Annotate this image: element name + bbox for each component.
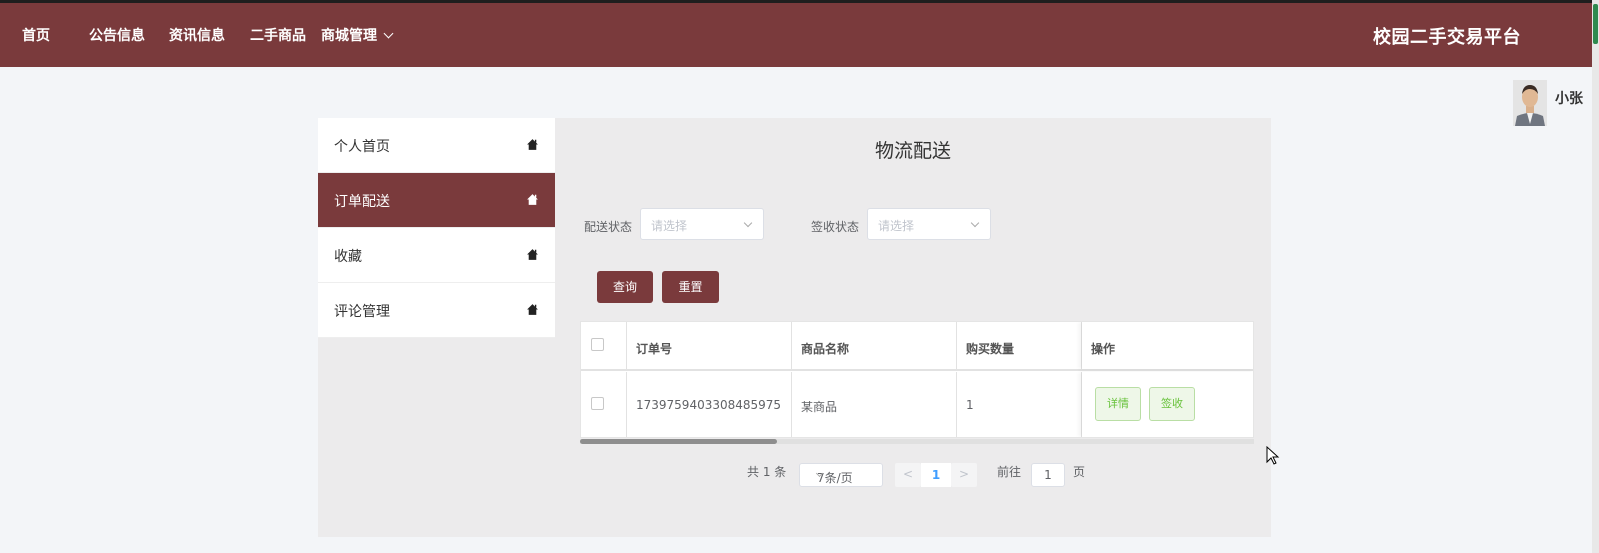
header-product-name: 商品名称 (801, 342, 850, 356)
home-icon (527, 139, 538, 150)
next-page-button[interactable]: > (951, 463, 977, 487)
header-quantity: 购买数量 (966, 342, 1015, 356)
mouse-cursor-icon (1266, 446, 1280, 465)
reset-button[interactable]: 重置 (662, 271, 719, 303)
home-icon (527, 304, 538, 315)
page-title: 物流配送 (874, 140, 951, 162)
detail-button[interactable]: 详情 (1095, 387, 1141, 421)
home-icon (527, 249, 538, 260)
page-size-value: 7条/页 (817, 471, 853, 485)
header-select-cell (581, 322, 627, 369)
select-placeholder: 请选择 (878, 219, 915, 233)
sidebar-item-profile[interactable]: 个人首页 (318, 118, 555, 173)
goto-suffix: 页 (1073, 465, 1086, 479)
actions-cell: 详情 签收 (1082, 372, 1253, 437)
header-cell: 购买数量 (957, 322, 1082, 369)
main-content: 物流配送 配送状态 请选择 签收状态 请选择 查询 重置 订单号 商品名称 购买… (555, 118, 1271, 537)
receipt-status-label: 签收状态 (811, 220, 860, 234)
header-cell: 操作 (1082, 322, 1253, 369)
select-placeholder: 请选择 (651, 219, 688, 233)
sidebar-item-label: 个人首页 (334, 139, 390, 155)
chevron-down-icon (970, 218, 980, 228)
header-cell: 商品名称 (792, 322, 957, 369)
nav-home[interactable]: 首页 (22, 25, 50, 45)
avatar-image (1513, 80, 1547, 126)
nav-news[interactable]: 资讯信息 (169, 25, 225, 45)
nav-notice[interactable]: 公告信息 (89, 25, 145, 45)
sidebar-item-label: 收藏 (334, 249, 362, 265)
header-order-no: 订单号 (636, 342, 673, 356)
order-no-cell: 1739759403308485975 (627, 372, 792, 437)
sidebar-item-comments[interactable]: 评论管理 (318, 283, 555, 338)
table-horizontal-scrollbar[interactable] (580, 439, 1254, 444)
page-size-select[interactable]: 7条/页 (799, 463, 883, 487)
goto-page-input[interactable]: 1 (1031, 463, 1065, 487)
nav-mall-management[interactable]: 商城管理 (321, 25, 394, 45)
row-checkbox[interactable] (591, 397, 604, 410)
product-name-value: 某商品 (801, 400, 838, 414)
table-row: 1739759403308485975 某商品 1 详情 签收 (581, 372, 1253, 437)
table-header-row: 订单号 商品名称 购买数量 操作 (581, 322, 1253, 371)
delivery-status-label: 配送状态 (584, 220, 633, 234)
prev-page-button[interactable]: < (895, 463, 921, 487)
pagination-total: 共 1 条 (747, 465, 787, 479)
sidebar-item-favorites[interactable]: 收藏 (318, 228, 555, 283)
top-navbar: 首页 公告信息 资讯信息 二手商品 商城管理 校园二手交易平台 (0, 3, 1592, 67)
order-no-value: 1739759403308485975 (636, 398, 782, 412)
sidebar-item-label: 订单配送 (334, 194, 390, 210)
delivery-table: 订单号 商品名称 购买数量 操作 1739759403308485975 某商品… (580, 321, 1254, 438)
nav-goods[interactable]: 二手商品 (250, 25, 306, 45)
chevron-down-icon (743, 218, 753, 228)
sidebar-item-order-delivery[interactable]: 订单配送 (318, 173, 555, 228)
avatar[interactable] (1513, 80, 1547, 126)
page-number-current[interactable]: 1 (921, 463, 951, 487)
scrollbar-thumb[interactable] (580, 439, 777, 444)
home-icon (527, 194, 538, 205)
select-all-checkbox[interactable] (591, 338, 604, 351)
site-brand: 校园二手交易平台 (1373, 27, 1521, 48)
product-name-cell: 某商品 (792, 372, 957, 437)
sign-button[interactable]: 签收 (1149, 387, 1195, 421)
goto-prefix: 前往 (997, 465, 1022, 479)
header-actions: 操作 (1091, 342, 1116, 356)
header-cell: 订单号 (627, 322, 792, 369)
nav-mall-label: 商城管理 (321, 28, 377, 44)
vertical-scrollbar[interactable] (1592, 0, 1599, 553)
sidebar-item-label: 评论管理 (334, 304, 390, 320)
content-panel: 个人首页 订单配送 收藏 评论管理 物流配送 配送状态 请选择 签收状态 请选择… (318, 118, 1271, 537)
scrollbar-thumb[interactable] (1593, 4, 1598, 44)
quantity-cell: 1 (957, 372, 1082, 437)
chevron-down-icon (383, 28, 394, 39)
delivery-status-select[interactable]: 请选择 (640, 208, 764, 240)
sidebar-menu: 个人首页 订单配送 收藏 评论管理 (318, 118, 555, 338)
quantity-value: 1 (966, 398, 974, 412)
query-button[interactable]: 查询 (597, 271, 653, 303)
row-select-cell (581, 372, 627, 437)
receipt-status-select[interactable]: 请选择 (867, 208, 991, 240)
username[interactable]: 小张 (1555, 88, 1583, 108)
